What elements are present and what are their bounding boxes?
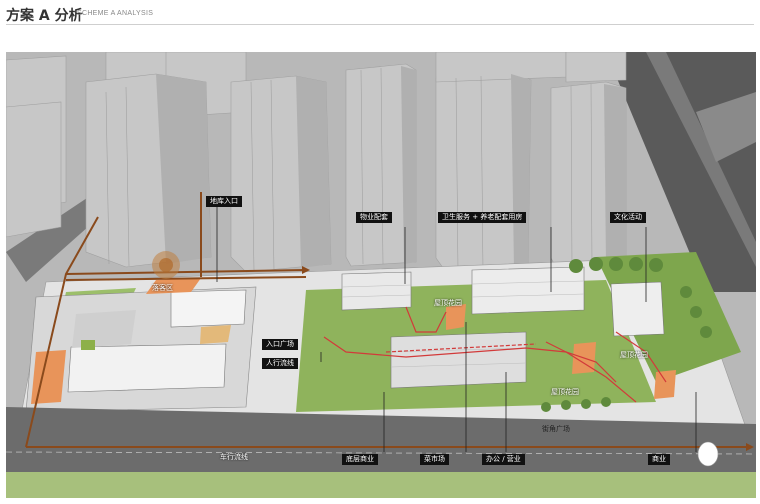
title-bar: 方案 A 分析 SCHEME A ANALYSIS [0,0,760,30]
site-rendering: 地库入口 物业配套 卫生服务 + 养老配套用房 文化活动 落客区 屋顶花园 屋顶… [5,51,757,498]
label-cultural-activity: 文化活动 [610,212,646,223]
label-entrance-plaza: 入口广场 [262,339,298,350]
label-street-corner-plaza: 街角广场 [542,425,570,433]
label-rooftop-garden-2: 屋顶花园 [620,351,648,359]
label-vehicle-flow: 车行流线 [220,453,248,461]
label-waiting-area: 落客区 [152,284,173,292]
label-vegetable-market: 菜市场 [420,454,449,465]
page-title: 方案 A 分析 [6,8,83,24]
title-divider [6,24,754,25]
label-ground-commerce: 底层商业 [342,454,378,465]
label-rooftop-garden-1: 屋顶花园 [434,299,462,307]
aerial-view-illustration [5,51,757,498]
label-property-support: 物业配套 [356,212,392,223]
label-health-elderly: 卫生服务 + 养老配套用房 [438,212,527,223]
label-office-business: 办公 / 营业 [482,454,525,465]
label-pedestrian-flow: 人行流线 [262,358,298,369]
page-subtitle: SCHEME A ANALYSIS [77,10,154,17]
label-rooftop-garden-3: 屋顶花园 [551,388,579,396]
label-garage-entrance: 地库入口 [206,196,242,207]
label-commerce: 商业 [648,454,670,465]
